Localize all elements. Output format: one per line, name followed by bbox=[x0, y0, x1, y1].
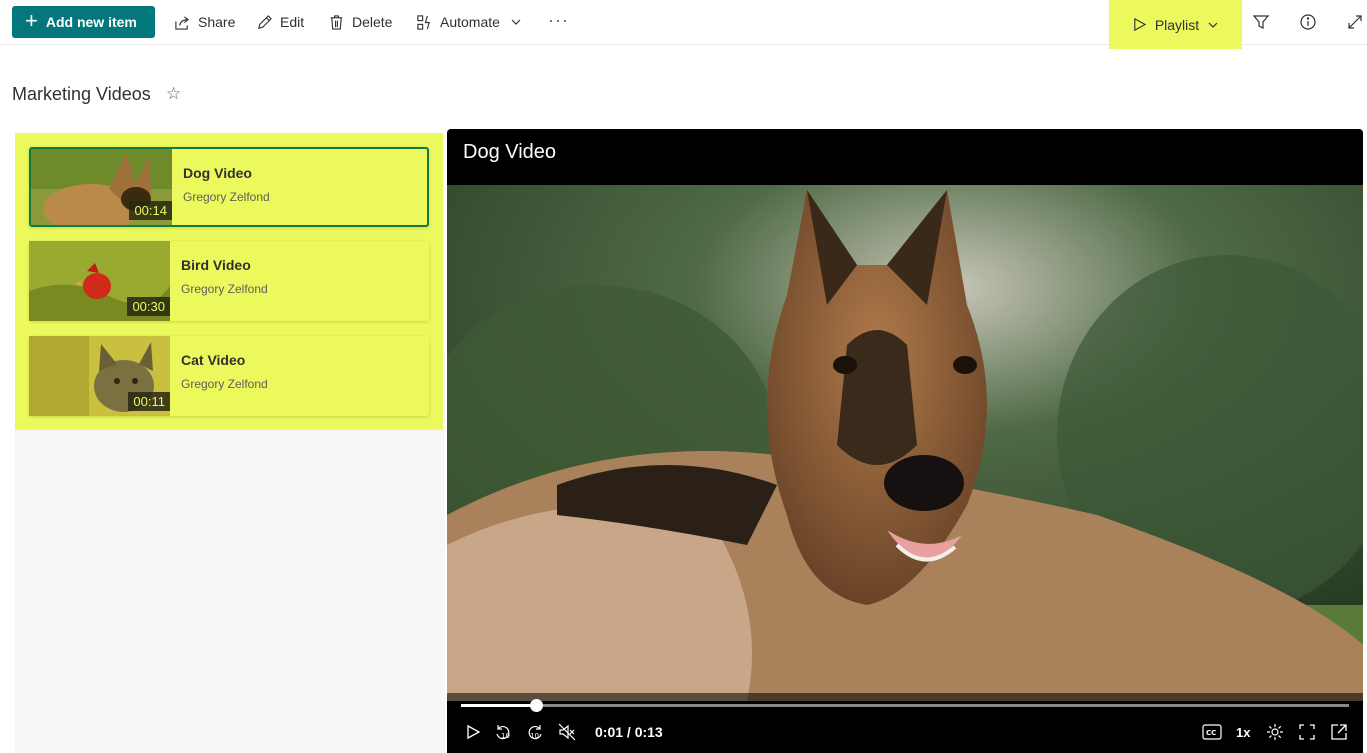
item-author: Gregory Zelfond bbox=[183, 190, 270, 204]
automate-icon bbox=[417, 14, 430, 30]
item-author: Gregory Zelfond bbox=[181, 377, 268, 391]
progress-knob[interactable] bbox=[530, 699, 543, 712]
rewind-10-icon: 10 bbox=[496, 725, 510, 740]
video-player[interactable]: Dog Video 10 10 0:01 / 0:13 CC 1x bbox=[447, 129, 1363, 753]
command-bar: + Add new item Share Edit Delete Automat… bbox=[0, 0, 1367, 49]
share-button[interactable]: Share bbox=[174, 0, 235, 44]
plus-icon: + bbox=[25, 8, 38, 33]
page-title: Marketing Videos bbox=[12, 84, 151, 104]
fullscreen-icon bbox=[1299, 724, 1315, 740]
item-title: Cat Video bbox=[181, 352, 246, 368]
open-external-icon bbox=[1331, 724, 1347, 740]
playlist-item-bird[interactable]: 00:30 Bird Video Gregory Zelfond bbox=[29, 241, 429, 321]
pencil-icon bbox=[258, 14, 272, 29]
progress-fill bbox=[461, 704, 536, 707]
delete-label: Delete bbox=[352, 14, 393, 30]
info-button[interactable] bbox=[1298, 12, 1318, 32]
player-controls: 10 10 0:01 / 0:13 CC 1x bbox=[447, 693, 1363, 753]
view-switcher-playlist[interactable]: Playlist bbox=[1109, 0, 1242, 49]
fullscreen-button[interactable] bbox=[1298, 723, 1316, 741]
delete-button[interactable]: Delete bbox=[328, 0, 392, 44]
automate-label: Automate bbox=[440, 14, 500, 30]
playlist-item-dog[interactable]: 00:14 Dog Video Gregory Zelfond bbox=[29, 147, 429, 227]
time-display: 0:01 / 0:13 bbox=[595, 724, 663, 740]
play-icon bbox=[467, 724, 481, 740]
playlist-panel: 00:14 Dog Video Gregory Zelfond 00:30 Bi… bbox=[15, 133, 443, 430]
captions-icon: CC bbox=[1202, 724, 1222, 740]
play-icon bbox=[1134, 17, 1147, 32]
settings-button[interactable] bbox=[1266, 723, 1284, 741]
share-icon bbox=[175, 15, 190, 30]
chevron-down-icon bbox=[1208, 22, 1218, 28]
rewind-10-button[interactable]: 10 bbox=[494, 723, 512, 741]
gear-icon bbox=[1267, 724, 1283, 740]
duration-badge: 00:14 bbox=[129, 201, 172, 220]
cat-thumbnail: 00:11 bbox=[29, 336, 170, 416]
forward-10-button[interactable]: 10 bbox=[526, 723, 544, 741]
mute-button[interactable] bbox=[558, 723, 576, 741]
playlist-item-cat[interactable]: 00:11 Cat Video Gregory Zelfond bbox=[29, 336, 429, 416]
add-new-item-button[interactable]: + Add new item bbox=[12, 6, 155, 38]
progress-bar[interactable] bbox=[461, 699, 1349, 712]
item-title: Bird Video bbox=[181, 257, 251, 273]
duration-badge: 00:30 bbox=[127, 297, 170, 316]
svg-text:10: 10 bbox=[530, 732, 539, 740]
svg-text:10: 10 bbox=[501, 732, 510, 740]
captions-button[interactable]: CC bbox=[1202, 723, 1222, 741]
chevron-down-icon bbox=[511, 19, 521, 25]
favorite-star-icon[interactable]: ☆ bbox=[166, 84, 181, 104]
volume-muted-icon bbox=[558, 723, 576, 741]
filter-button[interactable] bbox=[1251, 12, 1271, 32]
trash-icon bbox=[330, 14, 343, 30]
captions-label: CC bbox=[1206, 729, 1216, 737]
edit-label: Edit bbox=[280, 14, 305, 30]
expand-icon bbox=[1348, 15, 1362, 29]
item-title: Dog Video bbox=[183, 165, 252, 181]
view-label: Playlist bbox=[1154, 16, 1200, 33]
share-label: Share bbox=[198, 14, 236, 30]
duration-badge: 00:11 bbox=[128, 392, 170, 411]
more-actions-button[interactable]: ··· bbox=[548, 10, 569, 31]
edit-button[interactable]: Edit bbox=[256, 0, 304, 44]
bird-thumbnail: 00:30 bbox=[29, 241, 170, 321]
play-button[interactable] bbox=[465, 723, 481, 741]
item-author: Gregory Zelfond bbox=[181, 282, 268, 296]
info-icon bbox=[1300, 14, 1316, 30]
video-frame[interactable] bbox=[447, 185, 1363, 701]
forward-10-icon: 10 bbox=[528, 725, 542, 740]
automate-button[interactable]: Automate bbox=[416, 0, 522, 44]
add-new-item-label: Add new item bbox=[45, 14, 137, 30]
playback-speed-button[interactable]: 1x bbox=[1236, 723, 1250, 741]
player-title: Dog Video bbox=[463, 141, 557, 163]
open-in-new-window-button[interactable] bbox=[1330, 723, 1348, 741]
expand-button[interactable] bbox=[1345, 12, 1365, 32]
dog-thumbnail: 00:14 bbox=[31, 149, 172, 225]
filter-icon bbox=[1252, 15, 1270, 29]
